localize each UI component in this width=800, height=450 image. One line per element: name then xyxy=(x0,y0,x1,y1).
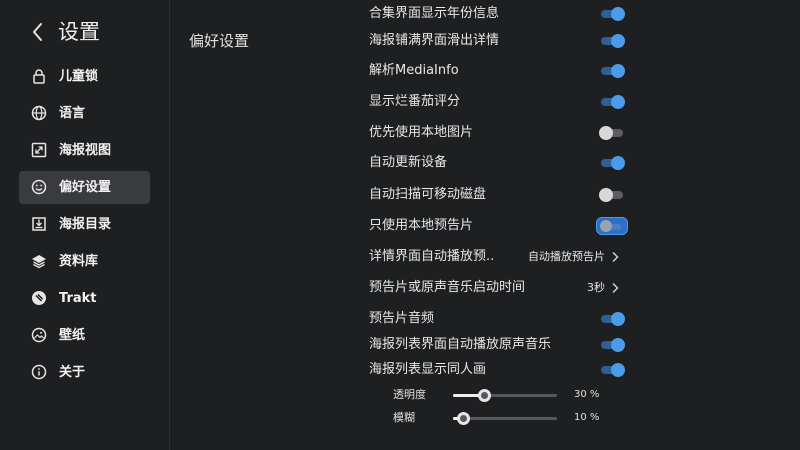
sidebar-item-poster-view[interactable]: 海报视图 xyxy=(19,134,150,167)
setting-parse-mediainfo[interactable]: 解析MediaInfo xyxy=(369,59,625,83)
layers-icon xyxy=(31,253,47,269)
setting-label: 合集界面显示年份信息 xyxy=(369,6,500,21)
setting-label: 预告片音频 xyxy=(369,311,435,326)
back-button[interactable] xyxy=(30,17,46,47)
toggle-switch[interactable] xyxy=(601,338,625,352)
setting-value-text: 自动播放预告片 xyxy=(528,250,605,263)
setting-poster-slide-details[interactable]: 海报铺满界面滑出详情 xyxy=(369,29,625,53)
expand-icon xyxy=(31,142,47,158)
setting-label: 海报列表界面自动播放原声音乐 xyxy=(369,337,552,352)
setting-prefer-local-images[interactable]: 优先使用本地图片 xyxy=(369,121,625,145)
sidebar-item-label: 偏好设置 xyxy=(59,180,112,195)
lock-icon xyxy=(31,68,47,84)
slider-label: 透明度 xyxy=(393,388,426,401)
sidebar-item-child-lock[interactable]: 儿童锁 xyxy=(19,60,150,93)
setting-poster-list-autoplay-music[interactable]: 海报列表界面自动播放原声音乐 xyxy=(369,333,625,357)
setting-trailer-audio[interactable]: 预告片音频 xyxy=(369,307,625,331)
toggle-switch[interactable] xyxy=(601,7,625,21)
setting-trailer-start-time[interactable]: 预告片或原声音乐启动时间 3秒 xyxy=(369,276,625,300)
setting-label: 只使用本地预告片 xyxy=(369,218,474,233)
slider-value: 10 % xyxy=(574,412,600,423)
setting-label: 详情界面自动播放预.. xyxy=(369,249,495,264)
sidebar-item-label: 海报目录 xyxy=(59,217,112,232)
sidebar: 设置 儿童锁 语言 海报视图 偏好设置 海报目录 资料库 Trakt 壁纸 关于 xyxy=(0,0,170,450)
slider-label: 模糊 xyxy=(393,411,415,424)
trakt-icon xyxy=(31,290,47,306)
slider-opacity: 透明度 30 % xyxy=(393,385,603,405)
setting-detail-autoplay[interactable]: 详情界面自动播放预.. 自动播放预告片 xyxy=(369,245,625,269)
setting-label: 自动扫描可移动磁盘 xyxy=(369,187,487,202)
sidebar-item-label: Trakt xyxy=(59,291,97,306)
sidebar-item-about[interactable]: 关于 xyxy=(19,356,150,389)
sidebar-item-label: 海报视图 xyxy=(59,143,112,158)
setting-auto-scan-removable[interactable]: 自动扫描可移动磁盘 xyxy=(369,183,625,207)
setting-poster-list-fan-art[interactable]: 海报列表显示同人画 xyxy=(369,358,625,382)
page-title: 设置 xyxy=(58,20,100,44)
sidebar-item-label: 关于 xyxy=(59,365,86,380)
setting-rotten-tomatoes[interactable]: 显示烂番茄评分 xyxy=(369,90,625,114)
toggle-switch[interactable] xyxy=(599,188,623,202)
sidebar-item-wallpaper[interactable]: 壁纸 xyxy=(19,319,150,352)
sidebar-item-trakt[interactable]: Trakt xyxy=(19,282,150,315)
toggle-switch[interactable] xyxy=(601,363,625,377)
sidebar-item-label: 儿童锁 xyxy=(59,69,99,84)
setting-label: 海报列表显示同人画 xyxy=(369,362,487,377)
setting-auto-update-device[interactable]: 自动更新设备 xyxy=(369,151,625,175)
sidebar-item-library[interactable]: 资料库 xyxy=(19,245,150,278)
setting-value[interactable]: 自动播放预告片 xyxy=(528,245,619,269)
toggle-switch[interactable] xyxy=(601,64,625,78)
section-title: 偏好设置 xyxy=(189,32,250,50)
setting-label: 显示烂番茄评分 xyxy=(369,94,461,109)
slider-thumb[interactable] xyxy=(457,412,471,425)
sidebar-item-label: 壁纸 xyxy=(59,328,86,343)
setting-label: 自动更新设备 xyxy=(369,155,448,170)
sidebar-item-poster-catalog[interactable]: 海报目录 xyxy=(19,208,150,241)
smiley-icon xyxy=(31,179,47,195)
slider-value: 30 % xyxy=(574,389,600,400)
setting-value-text: 3秒 xyxy=(587,281,605,294)
setting-collection-show-year[interactable]: 合集界面显示年份信息 xyxy=(369,2,625,26)
toggle-switch[interactable] xyxy=(597,218,627,234)
slider-track[interactable] xyxy=(453,412,557,425)
slider-thumb[interactable] xyxy=(478,389,492,402)
setting-label: 优先使用本地图片 xyxy=(369,125,474,140)
download-box-icon xyxy=(31,216,47,232)
toggle-switch[interactable] xyxy=(599,126,623,140)
toggle-switch[interactable] xyxy=(601,34,625,48)
sidebar-item-language[interactable]: 语言 xyxy=(19,97,150,130)
sidebar-item-preferences[interactable]: 偏好设置 xyxy=(19,171,150,204)
setting-label: 解析MediaInfo xyxy=(369,63,459,78)
globe-icon xyxy=(31,105,47,121)
chevron-right-icon xyxy=(611,282,619,294)
toggle-switch[interactable] xyxy=(601,95,625,109)
image-icon xyxy=(31,327,47,343)
setting-local-trailers-only[interactable]: 只使用本地预告片 xyxy=(369,214,627,238)
sidebar-item-label: 资料库 xyxy=(59,254,99,269)
sidebar-item-label: 语言 xyxy=(59,106,86,121)
toggle-switch[interactable] xyxy=(601,156,625,170)
chevron-right-icon xyxy=(611,251,619,263)
setting-label: 预告片或原声音乐启动时间 xyxy=(369,280,526,295)
slider-blur: 模糊 10 % xyxy=(393,408,603,428)
info-icon xyxy=(31,364,47,380)
chevron-left-icon xyxy=(33,23,42,41)
setting-value[interactable]: 3秒 xyxy=(587,276,619,300)
toggle-switch[interactable] xyxy=(601,312,625,326)
slider-track[interactable] xyxy=(453,389,557,402)
setting-label: 海报铺满界面滑出详情 xyxy=(369,33,500,48)
